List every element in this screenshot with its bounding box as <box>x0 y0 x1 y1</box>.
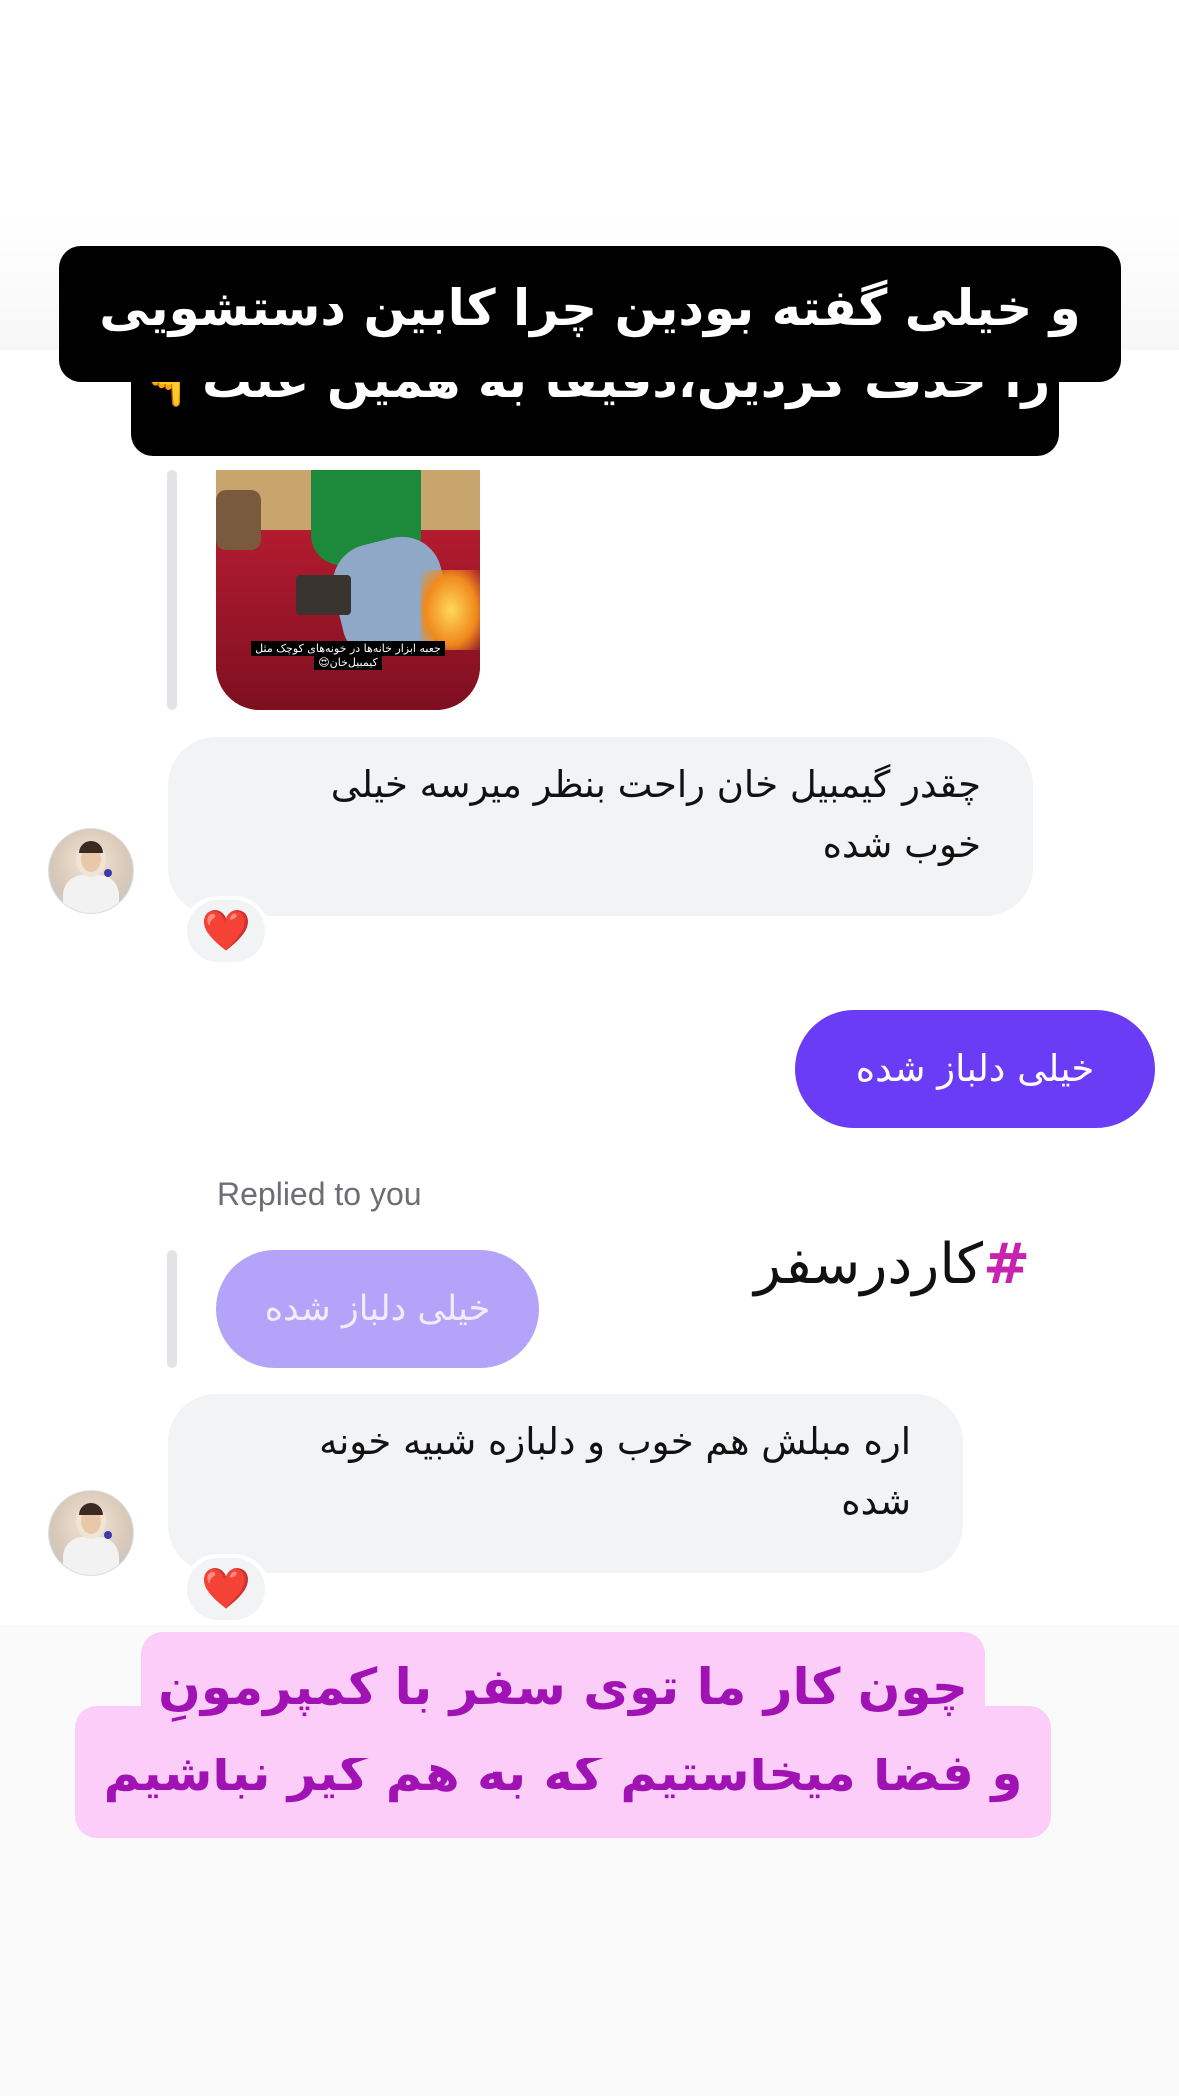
quoted-message-text: خیلی دلباز شده <box>264 1289 491 1329</box>
replied-to-you-label: Replied to you <box>217 1176 422 1212</box>
message-text-line2: خوب شده <box>822 823 981 866</box>
reply-indicator-bar <box>167 1250 177 1368</box>
heart-reaction[interactable]: ❤️ <box>183 1554 269 1624</box>
incoming-message-bubble[interactable]: اره مبلش هم خوب و دلبازه شبیه خونه شده <box>168 1394 963 1573</box>
quoted-message-bubble[interactable]: خیلی دلباز شده <box>216 1250 539 1368</box>
avatar-hair <box>79 841 103 853</box>
hashtag-symbol: # <box>983 1232 1030 1297</box>
avatar-body <box>63 875 119 913</box>
message-text-line1: اره مبلش هم خوب و دلبازه شبیه خونه <box>319 1420 911 1463</box>
image-caption-line1: جعبه ابزار خانه‌ها در خونه‌های کوچک مثل <box>251 641 445 656</box>
sender-avatar[interactable] <box>48 1490 134 1576</box>
hashtag-sticker: #کاردرسفر <box>754 1225 1030 1305</box>
heart-reaction[interactable]: ❤️ <box>183 896 269 966</box>
reply-indicator-bar <box>167 470 177 710</box>
avatar-mic <box>104 869 112 877</box>
heart-icon: ❤️ <box>201 908 251 954</box>
image-cushion <box>216 490 261 550</box>
image-caption-line2: کیمبیل‌خان😍 <box>314 655 382 670</box>
avatar-body <box>63 1537 119 1575</box>
story-caption-bottom-line1-text: چون کار ما توی سفر با کمپرمونِ <box>158 1658 968 1716</box>
incoming-message-bubble[interactable]: چقدر گیمبیل خان راحت بنظر میرسه خیلی خوب… <box>168 737 1033 916</box>
message-text-line1: چقدر گیمبیل خان راحت بنظر میرسه خیلی <box>330 763 981 806</box>
story-caption-top-line1-text: و خیلی گفته بودین چرا کابین دستشویی <box>99 279 1081 337</box>
image-lamp-glow <box>421 570 480 650</box>
message-text-line2: شده <box>841 1480 911 1523</box>
image-caption: جعبه ابزار خانه‌ها در خونه‌های کوچک مثل … <box>246 641 450 670</box>
story-caption-top-line1: و خیلی گفته بودین چرا کابین دستشویی <box>59 246 1121 382</box>
outgoing-message-bubble[interactable]: خیلی دلباز شده <box>795 1010 1155 1128</box>
sender-avatar[interactable] <box>48 828 134 914</box>
avatar-hair <box>79 1503 103 1515</box>
outgoing-message-text: خیلی دلباز شده <box>855 1047 1095 1090</box>
heart-icon: ❤️ <box>201 1566 251 1612</box>
image-toolbox <box>296 575 351 615</box>
avatar-mic <box>104 1531 112 1539</box>
shared-post-image[interactable]: جعبه ابزار خانه‌ها در خونه‌های کوچک مثل … <box>216 470 480 710</box>
hashtag-text: کاردرسفر <box>754 1232 984 1297</box>
story-caption-bottom-line1: چون کار ما توی سفر با کمپرمونِ <box>141 1632 985 1758</box>
